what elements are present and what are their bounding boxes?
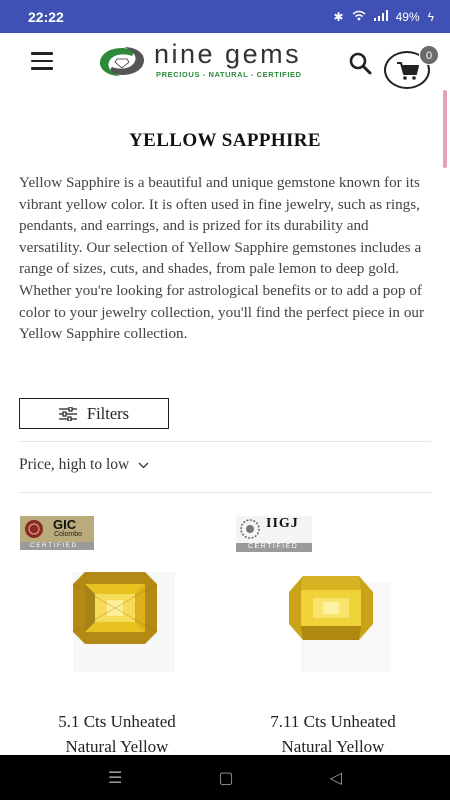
home-icon[interactable]: ▢ [218,768,233,787]
chevron-down-icon [138,462,149,468]
product-title-line1: 5.1 Cts Unheated [58,712,176,731]
certificate-lab: IIGJ [266,516,299,531]
page-title: YELLOW SAPPHIRE [129,130,321,151]
signal-icon [373,9,388,24]
filters-label: Filters [86,403,130,423]
certificate-sub: Colombo [54,531,83,538]
wifi-icon [352,10,366,24]
product-title-line2: Natural Yellow [281,737,385,755]
status-bar: 22:22 ✱ 49% ϟ [0,0,450,33]
gic-certificate-badge: GIC Colombo CERTIFIED [20,516,94,550]
brand-name: nine gems [154,39,302,69]
bluetooth-icon: ✱ [333,9,344,24]
product-card[interactable]: IIGJ CERTIFIED 7.11 Cts Unheated Natural… [233,514,433,755]
brand-tagline: PRECIOUS - NATURAL - CERTIFIED [156,70,302,79]
iigj-certificate-badge: IIGJ CERTIFIED [236,516,312,552]
logo[interactable]: nine gems PRECIOUS - NATURAL - CERTIFIED [96,39,310,83]
system-nav-bar: ☰ ▢ ◁ [0,755,450,800]
status-icons: ✱ 49% ϟ [333,9,434,24]
scrollbar[interactable] [443,90,447,168]
charging-icon: ϟ [427,9,434,24]
sort-dropdown[interactable]: Price, high to low [19,456,149,474]
main-content[interactable]: YELLOW SAPPHIRE Yellow Sapphire is a bea… [0,90,450,755]
product-title-line2: Natural Yellow [65,737,169,755]
cart-icon [397,62,419,80]
certificate-lab: GIC [53,517,77,532]
recent-apps-icon[interactable]: ☰ [108,768,122,787]
site-header: nine gems PRECIOUS - NATURAL - CERTIFIED… [0,33,450,90]
back-icon[interactable]: ◁ [330,768,342,787]
collection-description: Yellow Sapphire is a beautiful and uniqu… [19,174,425,343]
product-title[interactable]: 7.11 Cts Unheated Natural Yellow [233,709,433,755]
product-card[interactable]: GIC Colombo CERTIFIED 5.1 Cts Unheated N… [17,514,217,755]
product-title-line1: 7.11 Cts Unheated [270,712,396,731]
battery-level: 49% [395,9,420,24]
yellow-sapphire-image [289,576,391,672]
filter-sliders-icon [58,406,77,421]
product-title[interactable]: 5.1 Cts Unheated Natural Yellow [17,709,217,755]
filters-button[interactable]: Filters [19,398,169,429]
sort-label: Price, high to low [19,456,130,473]
certificate-label: CERTIFIED [248,543,299,550]
cart-count-badge: 0 [419,45,439,65]
divider [19,492,431,493]
divider [19,441,431,442]
certificate-label: CERTIFIED [30,542,78,549]
logo-mark-icon [100,47,144,76]
yellow-sapphire-image [72,572,175,672]
cart-button[interactable]: 0 [384,45,439,89]
status-time: 22:22 [28,8,64,25]
search-icon[interactable] [348,51,372,75]
menu-icon[interactable] [31,52,53,70]
